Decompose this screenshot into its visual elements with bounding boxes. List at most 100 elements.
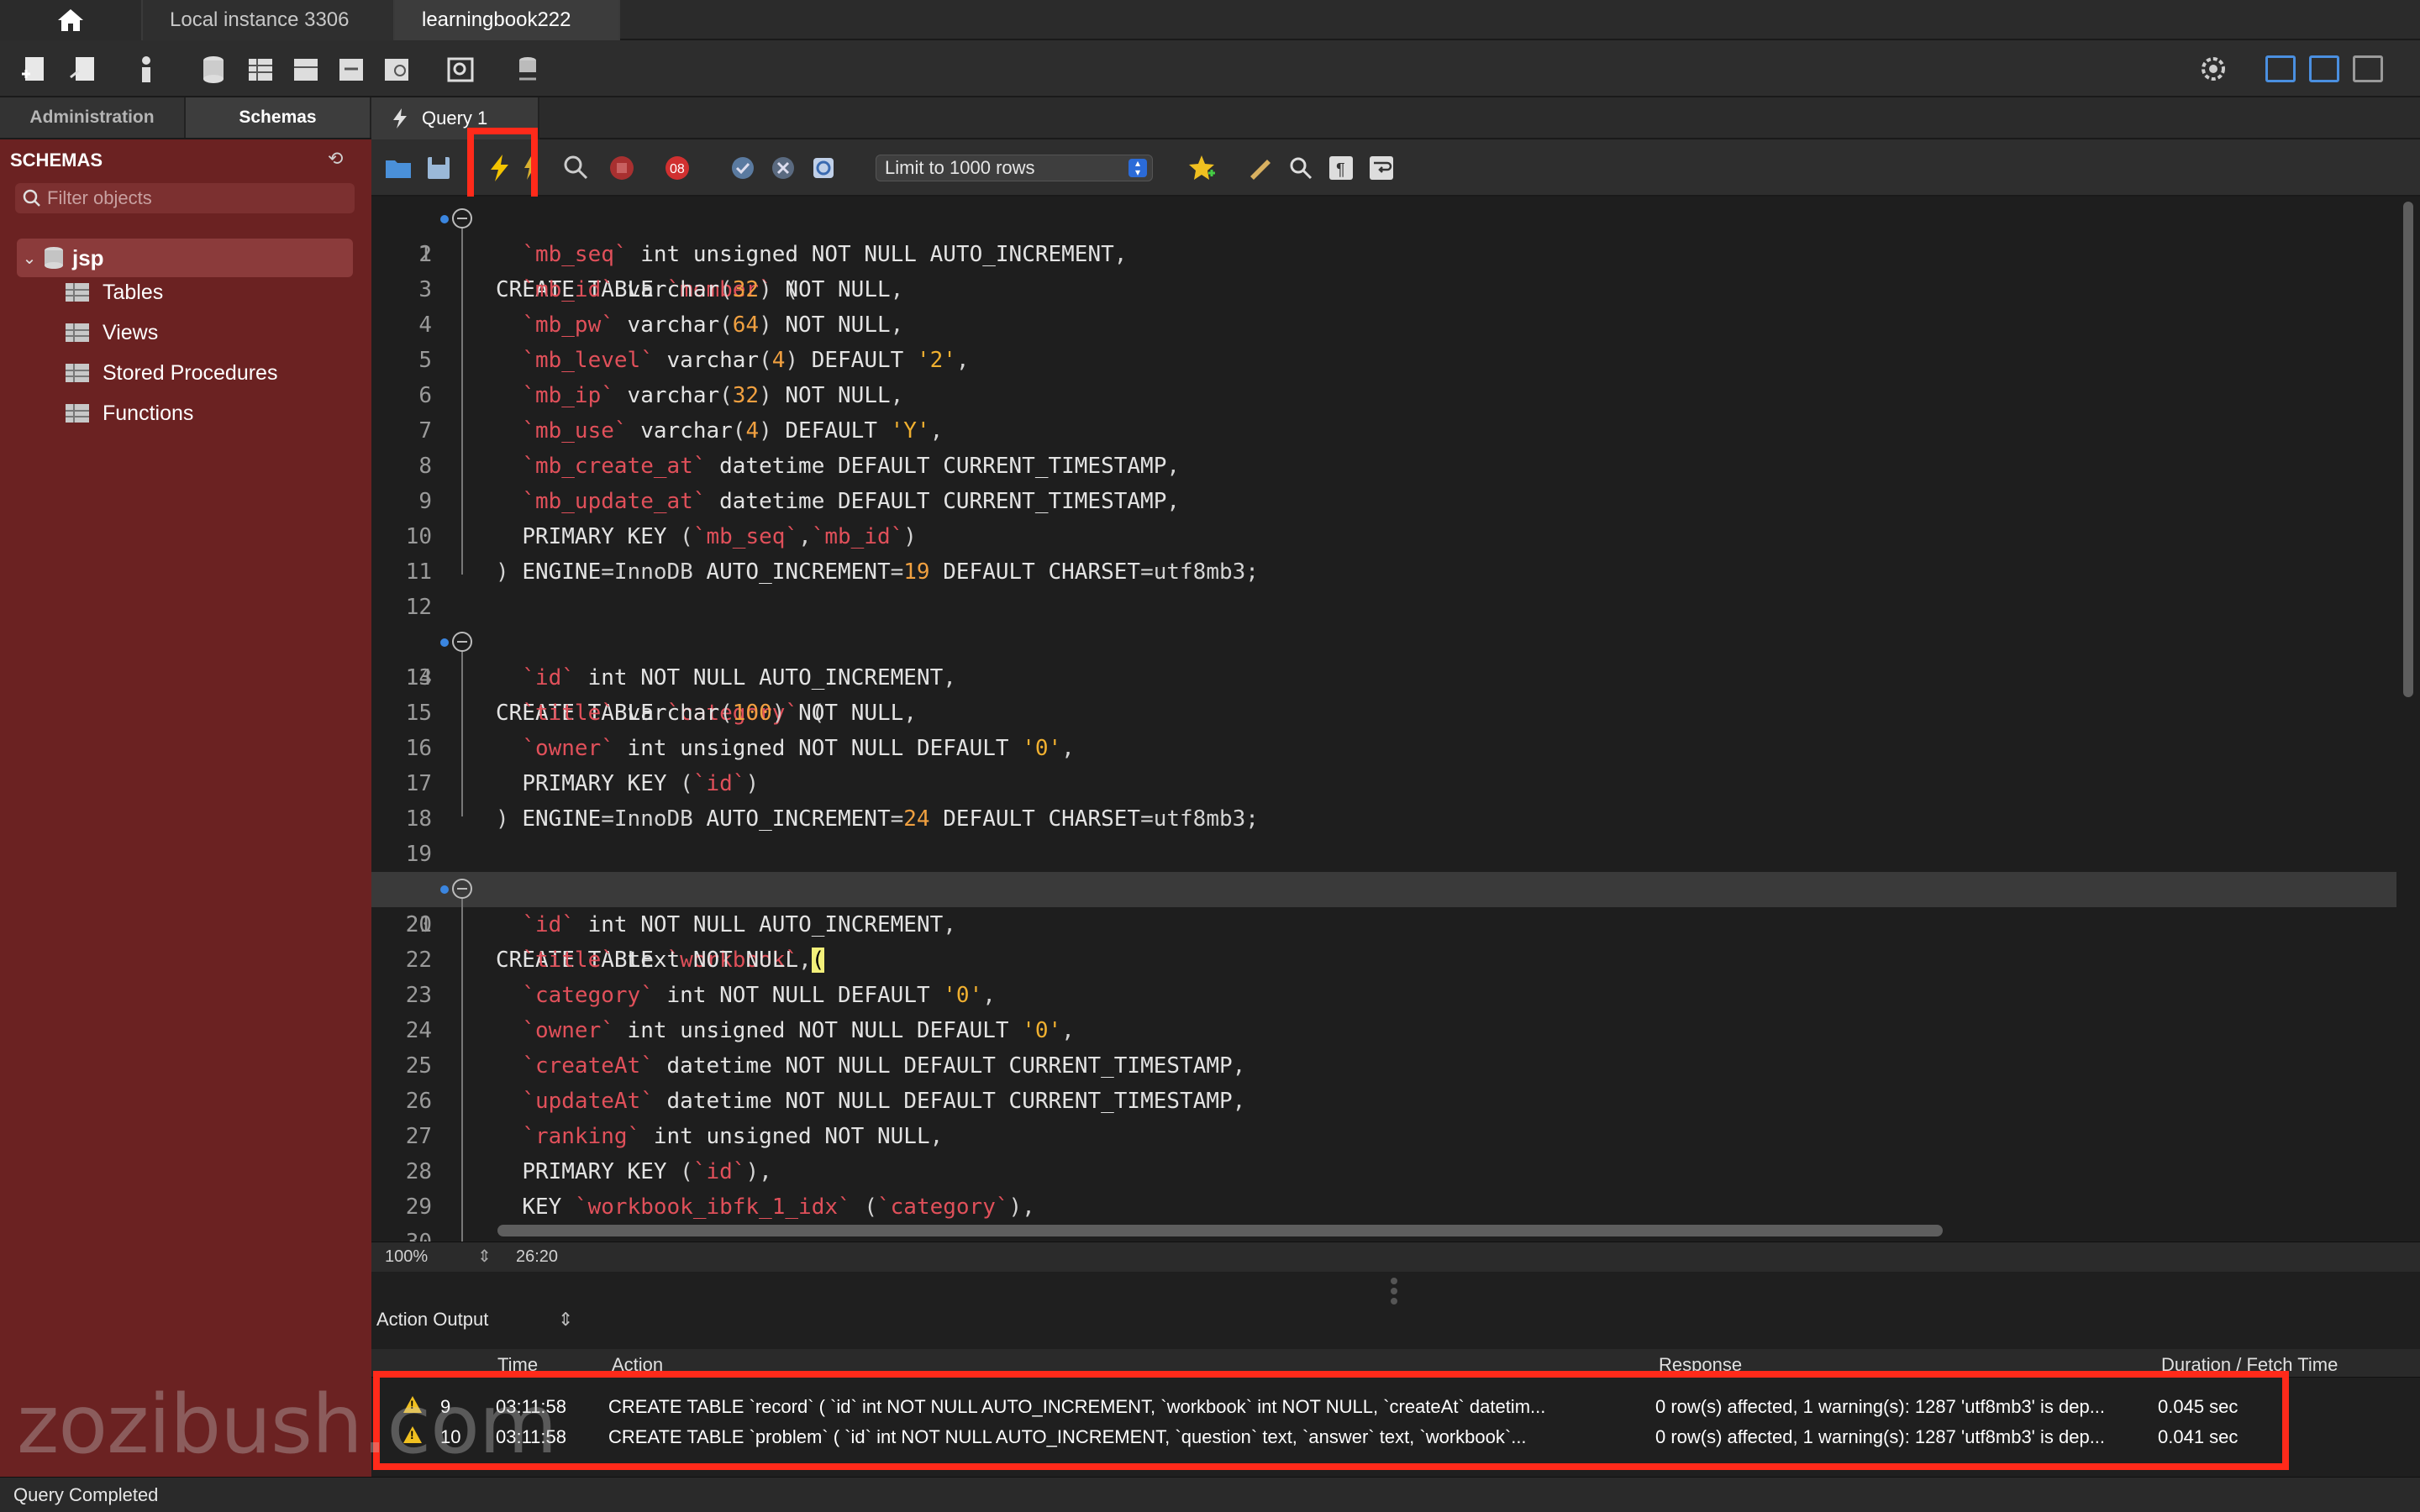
tree-item-label: Stored Procedures xyxy=(103,360,278,385)
code-line: 2 `mb_seq` int unsigned NOT NULL AUTO_IN… xyxy=(371,237,2396,272)
beautify-icon[interactable] xyxy=(1245,153,1276,183)
procedures-folder-icon xyxy=(66,364,89,382)
line-text: PRIMARY KEY (`mb_seq`,`mb_id`) xyxy=(522,524,917,549)
code-line: 15 `title` varchar(100) NOT NULL, xyxy=(371,696,2396,731)
word-wrap-icon[interactable] xyxy=(1366,153,1397,183)
zoom-level[interactable]: 100% xyxy=(385,1247,428,1267)
code-line: 17 PRIMARY KEY (`id`) xyxy=(371,766,2396,801)
open-sql-script-icon[interactable] xyxy=(67,52,101,86)
code-line: 3 `mb_id` varchar(32) NOT NULL, xyxy=(371,272,2396,307)
line-text: `mb_seq` int unsigned NOT NULL AUTO_INCR… xyxy=(522,242,1128,267)
toggle-output-panel-icon[interactable] xyxy=(2309,55,2339,82)
inspector-icon[interactable] xyxy=(129,52,163,86)
tree-item-tables[interactable]: Tables xyxy=(64,276,163,309)
preferences-gear-icon[interactable] xyxy=(2196,52,2230,86)
commit-icon[interactable] xyxy=(728,153,758,183)
add-snippet-star-icon[interactable] xyxy=(1186,153,1217,183)
create-view-icon[interactable] xyxy=(289,52,323,86)
open-file-icon[interactable] xyxy=(383,153,413,183)
database-icon xyxy=(45,247,63,269)
line-text: `mb_id` varchar(32) NOT NULL, xyxy=(522,277,904,302)
line-text: `mb_use` varchar(4) DEFAULT 'Y', xyxy=(522,418,944,444)
fold-guide xyxy=(461,652,463,816)
views-folder-icon xyxy=(66,323,89,342)
selector-arrows-icon: ⇕ xyxy=(558,1309,574,1330)
code-line: 4 `mb_pw` varchar(64) NOT NULL, xyxy=(371,307,2396,343)
toggle-sidebar-icon[interactable] xyxy=(2265,55,2296,82)
tree-item-label: Tables xyxy=(103,280,164,304)
line-text: `mb_ip` varchar(32) NOT NULL, xyxy=(522,383,904,408)
line-text: `createAt` datetime NOT NULL DEFAULT CUR… xyxy=(522,1053,1246,1079)
line-text: `mb_update_at` datetime DEFAULT CURRENT_… xyxy=(522,489,1181,514)
select-arrows-icon: ▴ ▾ xyxy=(1128,158,1147,177)
line-text: `owner` int unsigned NOT NULL DEFAULT '0… xyxy=(522,736,1075,761)
line-text: `owner` int unsigned NOT NULL DEFAULT '0… xyxy=(522,1018,1075,1043)
create-schema-icon[interactable] xyxy=(195,52,229,86)
code-line: 19 xyxy=(405,842,432,867)
refresh-icon[interactable]: ⟲ xyxy=(328,148,350,170)
stop-icon[interactable] xyxy=(607,153,637,183)
create-procedure-icon[interactable] xyxy=(334,52,368,86)
limit-rows-select[interactable]: Limit to 1000 rows ▴ ▾ xyxy=(876,155,1153,181)
line-text: `ranking` int unsigned NOT NULL, xyxy=(522,1124,944,1149)
editor-horizontal-scrollbar[interactable] xyxy=(497,1225,1943,1236)
connection-tab-learningbook[interactable]: learningbook222 xyxy=(395,0,620,40)
search-table-data-icon[interactable] xyxy=(444,52,477,86)
svg-text:¶: ¶ xyxy=(1336,160,1345,179)
status-text: Query Completed xyxy=(13,1483,159,1505)
create-function-icon[interactable] xyxy=(380,52,413,86)
rollback-icon[interactable] xyxy=(768,153,798,183)
explain-icon[interactable] xyxy=(561,153,592,183)
splitter-handle-icon[interactable] xyxy=(1390,1277,1398,1305)
tables-folder-icon xyxy=(66,283,89,302)
tab-administration[interactable]: Administration xyxy=(0,97,186,138)
schema-item-jsp[interactable]: ⌄ jsp xyxy=(17,239,353,277)
watermark-text: zozibush.com xyxy=(17,1378,557,1472)
tab-schemas[interactable]: Schemas xyxy=(186,97,371,138)
home-icon xyxy=(58,9,83,31)
code-line: 28 PRIMARY KEY (`id`), xyxy=(371,1154,2396,1189)
output-type-selector[interactable]: Action Output ⇕ xyxy=(376,1309,573,1331)
toggle-secondary-sidebar-icon[interactable] xyxy=(2353,55,2383,82)
code-line: 8 `mb_create_at` datetime DEFAULT CURREN… xyxy=(371,449,2396,484)
svg-text:08: 08 xyxy=(670,162,685,176)
code-line: 6 `mb_ip` varchar(32) NOT NULL, xyxy=(371,378,2396,413)
create-table-icon[interactable] xyxy=(244,52,277,86)
line-text: PRIMARY KEY (`id`), xyxy=(522,1159,772,1184)
home-tab[interactable] xyxy=(0,0,143,40)
editor-vertical-scrollbar[interactable] xyxy=(2396,197,2420,1242)
connection-tab-local-instance[interactable]: Local instance 3306 xyxy=(143,0,395,40)
schemas-sidebar: SCHEMAS ⟲ ⌄ jsp Tables Views Stored Proc… xyxy=(0,139,371,1477)
reconnect-icon[interactable] xyxy=(511,52,544,86)
limit-rows-value: Limit to 1000 rows xyxy=(885,157,1035,178)
code-line: 23 `category` int NOT NULL DEFAULT '0', xyxy=(371,978,2396,1013)
fold-guide xyxy=(461,899,463,1242)
fold-guide xyxy=(461,228,463,575)
autocommit-icon[interactable] xyxy=(808,153,839,183)
schema-name: jsp xyxy=(72,244,104,270)
sql-editor[interactable]: 1 CREATE TABLE `member` ( 2 `mb_seq` int… xyxy=(371,197,2420,1242)
find-replace-icon[interactable] xyxy=(1286,153,1316,183)
line-text: `mb_level` varchar(4) DEFAULT '2', xyxy=(522,348,970,373)
invisible-chars-icon[interactable]: ¶ xyxy=(1326,153,1356,183)
zoom-stepper-icon[interactable]: ⇕ xyxy=(477,1246,492,1267)
lightning-icon xyxy=(393,108,407,129)
toggle-stop-on-error-icon[interactable]: 08 xyxy=(662,153,692,183)
code-line: 26 `updateAt` datetime NOT NULL DEFAULT … xyxy=(371,1084,2396,1119)
code-line: 9 `mb_update_at` datetime DEFAULT CURREN… xyxy=(371,484,2396,519)
tree-item-views[interactable]: Views xyxy=(64,316,158,349)
new-sql-tab-icon[interactable] xyxy=(18,52,52,86)
code-line: 25 `createAt` datetime NOT NULL DEFAULT … xyxy=(371,1048,2396,1084)
chevron-down-icon[interactable]: ⌄ xyxy=(17,248,42,269)
tree-item-functions[interactable]: Functions xyxy=(64,396,193,430)
status-bar: Query Completed xyxy=(0,1477,2420,1512)
scroll-thumb[interactable] xyxy=(2403,202,2413,697)
save-icon[interactable] xyxy=(424,153,454,183)
tree-item-label: Views xyxy=(103,320,159,344)
filter-objects-input[interactable] xyxy=(47,187,333,209)
code-line: 22 `title` text NOT NULL, xyxy=(371,942,2396,978)
tree-item-stored-procedures[interactable]: Stored Procedures xyxy=(64,356,277,390)
code-line: 7 `mb_use` varchar(4) DEFAULT 'Y', xyxy=(371,413,2396,449)
code-line: 12 xyxy=(405,595,432,620)
connection-tab-bar: Local instance 3306 learningbook222 xyxy=(0,0,2420,40)
